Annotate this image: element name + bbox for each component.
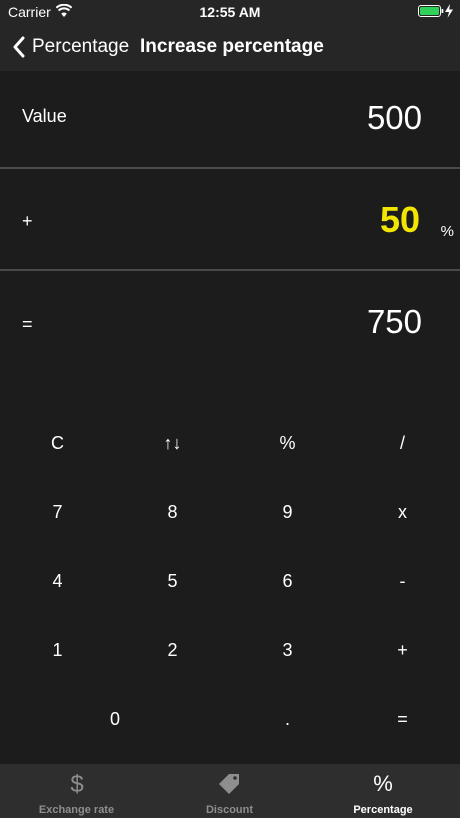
chevron-left-icon	[13, 36, 25, 58]
status-time: 12:55 AM	[199, 4, 261, 20]
digit-2-key[interactable]: 2	[115, 616, 230, 685]
digit-0-key[interactable]: 0	[0, 685, 230, 754]
percent-unit-label: %	[440, 223, 454, 240]
digit-1-key[interactable]: 1	[0, 616, 115, 685]
back-button[interactable]: Percentage	[12, 34, 129, 60]
tab-bar: $ Exchange rate Discount % Percentage	[0, 764, 460, 818]
value-label: Value	[22, 106, 67, 126]
result-label: =	[22, 314, 33, 334]
result-display: 750	[366, 303, 422, 340]
clear-key[interactable]: C	[0, 409, 115, 478]
plus-key[interactable]: +	[345, 616, 460, 685]
percent-display[interactable]: 50	[380, 199, 420, 241]
navigation-bar: Percentage Increase percentage	[0, 24, 460, 70]
percent-icon: %	[306, 770, 460, 796]
digit-5-key[interactable]: 5	[115, 547, 230, 616]
tab-label: Percentage	[353, 804, 413, 816]
svg-text:%: %	[373, 771, 393, 796]
back-label: Percentage	[32, 36, 130, 57]
percent-row[interactable]: + 50 %	[0, 169, 460, 269]
tab-label: Discount	[205, 804, 254, 816]
digit-8-key[interactable]: 8	[115, 478, 230, 547]
tab-exchange-rate[interactable]: $ Exchange rate	[0, 764, 153, 818]
svg-text:$: $	[70, 771, 83, 796]
divide-key[interactable]: /	[345, 409, 460, 478]
percent-key[interactable]: %	[230, 409, 345, 478]
minus-key[interactable]: -	[345, 547, 460, 616]
tab-discount[interactable]: Discount	[153, 764, 306, 818]
page-title: Increase percentage	[140, 36, 324, 57]
digit-4-key[interactable]: 4	[0, 547, 115, 616]
digit-3-key[interactable]: 3	[230, 616, 345, 685]
battery-icon	[418, 5, 444, 17]
digit-9-key[interactable]: 9	[230, 478, 345, 547]
charging-bolt-icon	[445, 4, 453, 18]
equals-key[interactable]: =	[345, 685, 460, 754]
multiply-key[interactable]: x	[345, 478, 460, 547]
tab-percentage[interactable]: % Percentage	[306, 764, 460, 818]
tab-label: Exchange rate	[38, 804, 115, 816]
dollar-icon: $	[0, 770, 153, 796]
decimal-key[interactable]: .	[230, 685, 345, 754]
digit-7-key[interactable]: 7	[0, 478, 115, 547]
operator-label: +	[22, 211, 33, 231]
sale-tag-icon	[153, 770, 306, 796]
status-bar: Carrier 12:55 AM	[0, 0, 460, 24]
value-display[interactable]: 500	[367, 99, 422, 137]
digit-6-key[interactable]: 6	[230, 547, 345, 616]
value-row[interactable]: Value 500	[0, 71, 460, 167]
swap-key[interactable]: ↑↓	[115, 409, 230, 478]
